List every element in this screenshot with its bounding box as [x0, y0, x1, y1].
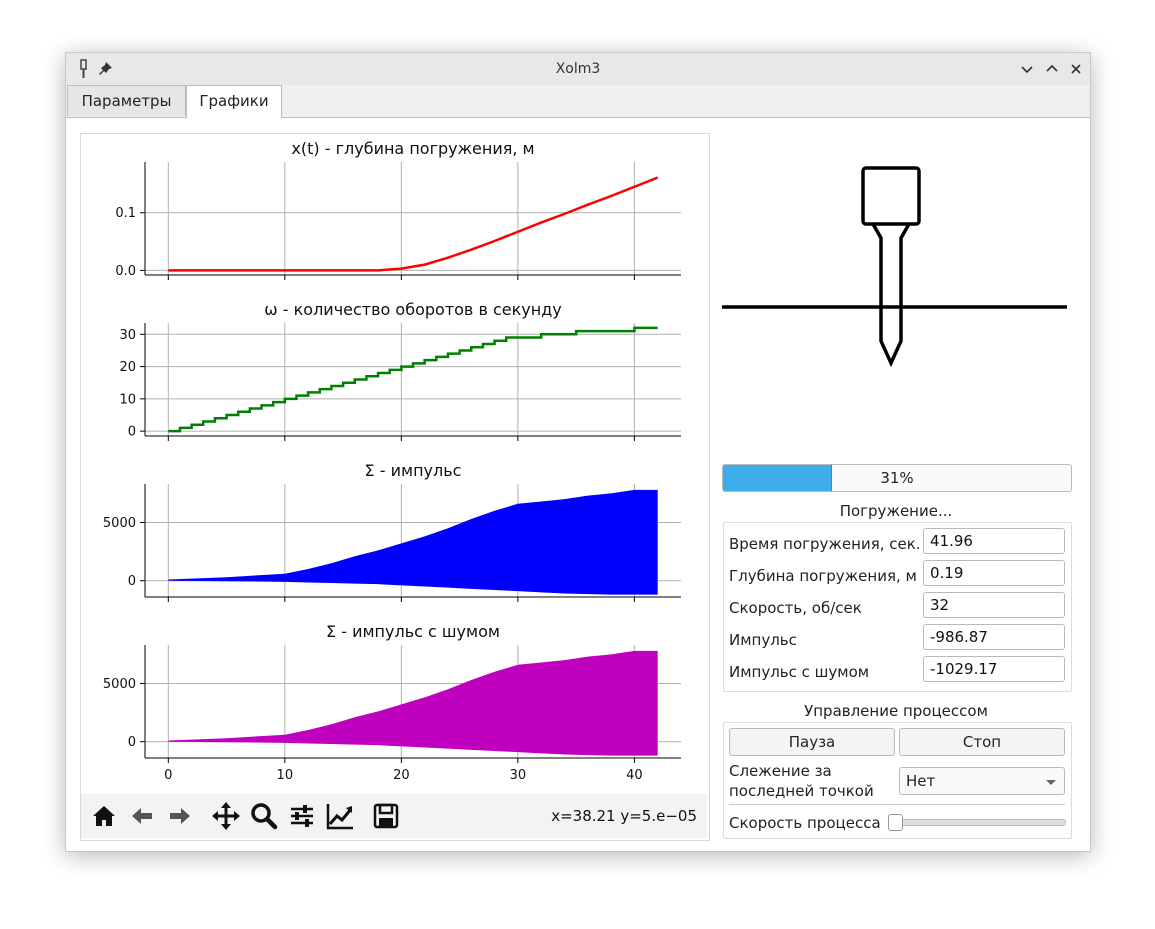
pile-shape [871, 223, 911, 368]
progress-text: 31% [880, 469, 914, 487]
stop-button[interactable]: Стоп [899, 728, 1065, 756]
tracking-label-line2: последней точкой [729, 782, 874, 800]
tab-parameters[interactable]: Параметры [67, 85, 186, 116]
field-label-time: Время погружения, сек. [729, 535, 921, 553]
divider [729, 804, 1065, 805]
x-tick-label: 30 [510, 768, 527, 783]
coordinates-readout: x=38.21 y=5.e−05 [551, 807, 697, 825]
configure-icon[interactable] [285, 799, 319, 833]
close-icon[interactable] [1065, 58, 1087, 80]
tracking-select-value: Нет [906, 772, 936, 790]
pan-icon[interactable] [209, 799, 243, 833]
y-tick-label: 5000 [103, 677, 136, 692]
impulse-area [168, 650, 658, 756]
speed-field[interactable]: 32 [923, 592, 1065, 618]
field-label-speed: Скорость, об/сек [729, 599, 862, 617]
control-title: Управление процессом [804, 702, 988, 720]
chart-panel-impnoise: Σ - импульс с шумом 0 10 20 30 40 0 5000 [103, 622, 681, 783]
field-label-impulse: Импульс [729, 631, 797, 649]
y-tick-label: 0 [128, 425, 136, 440]
field-label-impulse-noise: Импульс с шумом [729, 663, 870, 681]
field-label-depth: Глубина погружения, м [729, 567, 917, 585]
control-group: Пауза Стоп Слежение за последней точкой … [723, 722, 1072, 839]
tab-graphs[interactable]: Графики [186, 85, 282, 118]
minimize-icon[interactable] [1016, 58, 1038, 80]
chart-title: x(t) - глубина погружения, м [291, 139, 534, 158]
edit-axes-icon[interactable] [323, 799, 357, 833]
chart-panel-omega: ω - количество оборотов в секунду 0 10 20 30 [119, 300, 681, 441]
info-group: Время погружения, сек. 41.96 Глубина пог… [723, 522, 1072, 692]
depth-field[interactable]: 0.19 [923, 560, 1065, 586]
window-title: Xolm3 [555, 61, 601, 77]
series-line [168, 326, 658, 433]
impulse-area [168, 489, 658, 595]
progress-bar: 31% [722, 464, 1072, 492]
y-tick-label: 0.0 [115, 264, 136, 279]
hammer-block [861, 166, 921, 226]
maximize-icon[interactable] [1041, 58, 1063, 80]
speed-slider-label: Скорость процесса [729, 814, 881, 832]
x-tick-label: 0 [164, 768, 172, 783]
home-icon[interactable] [87, 799, 121, 833]
save-icon[interactable] [369, 799, 403, 833]
plot-canvas[interactable]: x(t) - глубина погружения, м 0.0 0.1 ω - ко… [80, 133, 710, 841]
title-bar[interactable]: Xolm3 [66, 53, 1090, 85]
impulse-noise-field[interactable]: -1029.17 [923, 656, 1065, 682]
speed-slider-track[interactable] [890, 819, 1066, 826]
back-icon[interactable] [125, 799, 159, 833]
x-tick-label: 40 [626, 768, 643, 783]
y-tick-label: 5000 [103, 516, 136, 531]
impulse-field[interactable]: -986.87 [923, 624, 1065, 650]
status-label: Погружение... [839, 502, 953, 520]
plot-toolbar: x=38.21 y=5.e−05 [81, 794, 707, 838]
chart-panel-x: x(t) - глубина погружения, м 0.0 0.1 [115, 139, 681, 280]
pile-drawing [722, 133, 1076, 458]
y-tick-label: 30 [119, 328, 136, 343]
time-field[interactable]: 41.96 [923, 528, 1065, 554]
y-tick-label: 10 [119, 392, 136, 407]
chart-title: ω - количество оборотов в секунду [264, 300, 561, 319]
x-tick-label: 20 [393, 768, 410, 783]
series-line [168, 176, 659, 272]
speed-slider-handle[interactable] [888, 814, 903, 831]
chevron-down-icon [1046, 780, 1056, 785]
tracking-label-line1: Слежение за [729, 762, 832, 780]
tab-bar: Параметры Графики [66, 85, 1090, 118]
x-tick-label: 10 [277, 768, 294, 783]
y-tick-label: 0 [128, 735, 136, 750]
chart-panel-imp: Σ - импульс 0 5000 [103, 461, 681, 602]
charts-svg: x(t) - глубина погружения, м 0.0 0.1 ω - ко… [103, 139, 681, 783]
forward-icon[interactable] [163, 799, 197, 833]
y-tick-label: 20 [119, 360, 136, 375]
pause-button[interactable]: Пауза [729, 728, 895, 756]
main-window: Xolm3 Параметры Графики x(t) - глубина п… [65, 52, 1091, 852]
y-tick-label: 0.1 [115, 206, 136, 221]
y-tick-label: 0 [128, 574, 136, 589]
tracking-select[interactable]: Нет [899, 767, 1065, 795]
zoom-icon[interactable] [247, 799, 281, 833]
chart-title: Σ - импульс с шумом [326, 622, 500, 641]
chart-title: Σ - импульс [365, 461, 462, 480]
